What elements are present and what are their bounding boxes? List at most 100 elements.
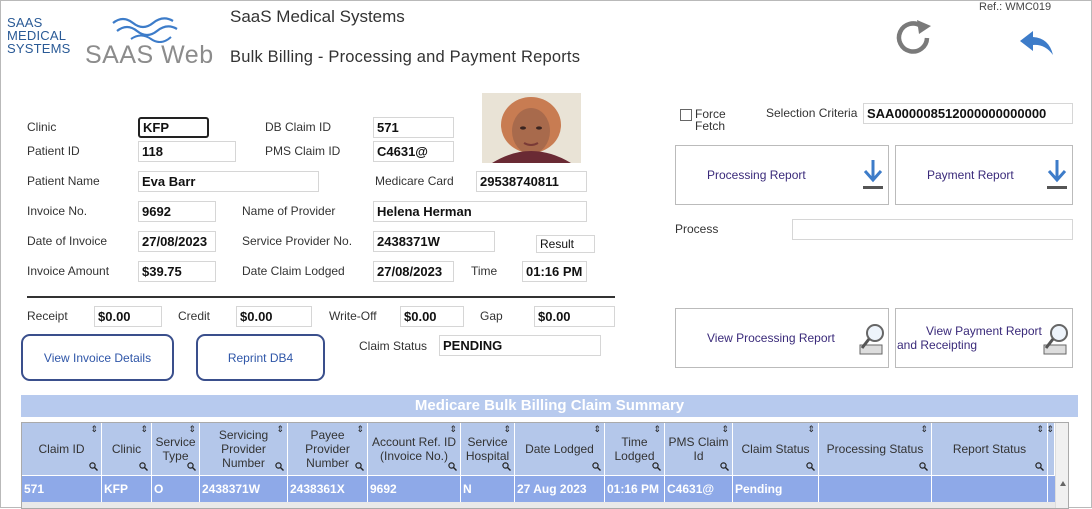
col-header-servicing-provider[interactable]: Servicing Provider Number ⇕: [200, 423, 288, 475]
patient-name-field[interactable]: Eva Barr: [138, 171, 319, 192]
scroll-up-icon[interactable]: [1059, 480, 1067, 488]
cell-report-status[interactable]: [932, 476, 1048, 502]
cell-servicing-provider[interactable]: 2438371W: [200, 476, 288, 502]
search-icon[interactable]: [89, 462, 98, 471]
col-header-clinic[interactable]: Clinic ⇕: [102, 423, 152, 475]
logo-web: SAAS Web: [85, 41, 214, 69]
page-ref: Ref.: WMC019: [979, 1, 1052, 13]
col-header-claim-id[interactable]: Claim ID ⇕: [22, 423, 102, 475]
invoice-amount-label: Invoice Amount: [27, 264, 110, 278]
col-header-processing-status[interactable]: Processing Status ⇕: [819, 423, 932, 475]
service-provider-no-field[interactable]: 2438371W: [373, 231, 495, 252]
processing-report-button[interactable]: Processing Report: [675, 145, 889, 205]
cell-clinic[interactable]: KFP: [102, 476, 152, 502]
col-header-service-type[interactable]: Service Type ⇕: [152, 423, 200, 475]
payment-report-label: Payment Report: [927, 168, 1014, 182]
view-payment-report-button[interactable]: View Payment Report and Receipting: [895, 308, 1073, 368]
selection-criteria-label: Selection Criteria: [766, 106, 858, 120]
col-header-report-status[interactable]: Report Status ⇕: [932, 423, 1048, 475]
view-processing-report-button[interactable]: View Processing Report: [675, 308, 889, 368]
cell-account-ref[interactable]: 9692: [368, 476, 461, 502]
search-icon[interactable]: [806, 462, 815, 471]
cell-date-lodged[interactable]: 27 Aug 2023: [515, 476, 605, 502]
claim-status-field[interactable]: PENDING: [439, 335, 601, 356]
col-header-pms-claim-id[interactable]: PMS Claim Id ⇕: [665, 423, 733, 475]
invoice-amount-field[interactable]: $39.75: [138, 261, 216, 282]
col-header-label: Time Lodged: [614, 435, 655, 463]
date-of-invoice-label: Date of Invoice: [27, 234, 108, 248]
col-header-time-lodged[interactable]: Time Lodged ⇕: [605, 423, 665, 475]
force-fetch-label: Force Fetch: [695, 108, 726, 132]
process-field[interactable]: [792, 219, 1073, 240]
invoice-no-field[interactable]: 9692: [138, 201, 216, 222]
col-header-label: Servicing Provider Number: [218, 428, 269, 470]
patient-id-field[interactable]: 118: [138, 141, 236, 162]
gap-label: Gap: [480, 309, 503, 323]
search-icon[interactable]: [355, 462, 364, 471]
pms-claim-id-field[interactable]: C4631@: [373, 141, 454, 162]
download-arrow-icon: [1047, 160, 1067, 189]
force-fetch-line-2: Fetch: [695, 119, 726, 133]
cell-claim-id[interactable]: 571: [22, 476, 102, 502]
cell-time-lodged[interactable]: 01:16 PM: [605, 476, 665, 502]
col-header-account-ref[interactable]: Account Ref. ID (Invoice No.) ⇕: [368, 423, 461, 475]
date-claim-lodged-field[interactable]: 27/08/2023: [373, 261, 454, 282]
patient-id-label: Patient ID: [27, 144, 80, 158]
force-fetch-checkbox[interactable]: [680, 109, 692, 121]
cell-pms-claim-id[interactable]: C4631@: [665, 476, 733, 502]
selection-criteria-field[interactable]: SAA000008512000000000000: [863, 103, 1073, 124]
col-header-date-lodged[interactable]: Date Lodged ⇕: [515, 423, 605, 475]
time-field[interactable]: 01:16 PM: [522, 261, 587, 282]
cell-processing-status[interactable]: [819, 476, 932, 502]
write-off-field[interactable]: $0.00: [400, 306, 464, 327]
search-icon[interactable]: [720, 462, 729, 471]
clinic-field[interactable]: KFP: [138, 117, 209, 138]
result-field: Result: [536, 235, 595, 253]
cell-payee-provider[interactable]: 2438361X: [288, 476, 368, 502]
col-header-service-hospital[interactable]: Service Hospital ⇕: [461, 423, 515, 475]
name-of-provider-field[interactable]: Helena Herman: [373, 201, 587, 222]
grid-title: Medicare Bulk Billing Claim Summary: [21, 395, 1078, 417]
patient-name-label: Patient Name: [27, 174, 100, 188]
search-icon[interactable]: [448, 462, 457, 471]
search-icon[interactable]: [592, 462, 601, 471]
sort-icon: ⇕: [90, 424, 98, 434]
search-icon[interactable]: [275, 462, 284, 471]
view-payment-report-label-2: and Receipting: [897, 338, 978, 352]
payment-report-button[interactable]: Payment Report: [895, 145, 1073, 205]
vertical-scrollbar[interactable]: [1055, 423, 1068, 508]
sort-icon: ⇕: [920, 424, 928, 434]
reprint-db4-button[interactable]: Reprint DB4: [196, 334, 325, 381]
sort-icon: ⇕: [1036, 424, 1044, 434]
search-icon[interactable]: [502, 462, 511, 471]
db-claim-id-field[interactable]: 571: [373, 117, 454, 138]
receipt-field[interactable]: $0.00: [94, 306, 162, 327]
sort-icon: ⇕: [593, 424, 601, 434]
credit-field[interactable]: $0.00: [236, 306, 312, 327]
view-invoice-details-button[interactable]: View Invoice Details: [21, 334, 174, 381]
medicare-card-field[interactable]: 29538740811: [476, 171, 587, 192]
sort-icon: ⇕: [188, 424, 196, 434]
sort-icon: ⇕: [653, 424, 661, 434]
cell-service-hospital[interactable]: N: [461, 476, 515, 502]
col-header-claim-status[interactable]: Claim Status ⇕: [733, 423, 819, 475]
col-header-payee-provider[interactable]: Payee Provider Number ⇕: [288, 423, 368, 475]
sort-icon: ⇕: [503, 424, 511, 434]
search-icon[interactable]: [139, 462, 148, 471]
time-label: Time: [471, 264, 498, 278]
cell-service-type[interactable]: O: [152, 476, 200, 502]
search-icon[interactable]: [652, 462, 661, 471]
col-header-spacer: ⇕: [1046, 423, 1055, 475]
logo-text: SAAS MEDICAL SYSTEMS: [7, 16, 85, 55]
date-of-invoice-field[interactable]: 27/08/2023: [138, 231, 216, 252]
cell-claim-status[interactable]: Pending: [733, 476, 819, 502]
gap-field[interactable]: $0.00: [534, 306, 615, 327]
back-arrow-icon[interactable]: [1017, 27, 1057, 59]
claim-summary-grid[interactable]: Claim ID ⇕ Clinic ⇕ Service Type ⇕ Servicin…: [21, 422, 1069, 509]
search-icon[interactable]: [1035, 462, 1044, 471]
search-icon[interactable]: [187, 462, 196, 471]
company-name: SaaS Medical Systems: [230, 7, 405, 26]
page-title: Bulk Billing - Processing and Payment Re…: [230, 48, 581, 66]
search-icon[interactable]: [919, 462, 928, 471]
refresh-icon[interactable]: [887, 16, 941, 60]
